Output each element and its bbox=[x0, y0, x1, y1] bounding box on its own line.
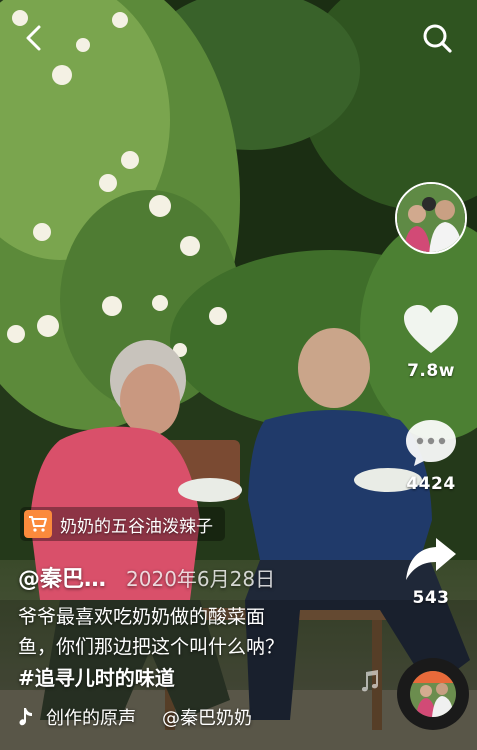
caption[interactable]: 爷爷最喜欢吃奶奶做的酸菜面 鱼，你们那边把这个叫什么呐？ bbox=[18, 602, 348, 662]
heart-icon bbox=[404, 305, 458, 353]
caption-line-1: 爷爷最喜欢吃奶奶做的酸菜面 bbox=[18, 606, 266, 628]
comment-button[interactable]: 4424 bbox=[396, 418, 466, 494]
post-date: 2020年6月28日 bbox=[126, 567, 276, 591]
back-button[interactable] bbox=[14, 18, 54, 58]
like-count: 7.8w bbox=[407, 361, 455, 381]
comment-bubble-icon bbox=[406, 420, 456, 466]
search-button[interactable] bbox=[417, 18, 457, 58]
cart-glyph bbox=[29, 516, 47, 532]
music-note-icon bbox=[361, 670, 378, 692]
product-label: 奶奶的五谷油泼辣子 bbox=[60, 516, 213, 537]
share-button[interactable]: 543 bbox=[396, 536, 466, 608]
author-name[interactable]: @秦巴… bbox=[18, 561, 106, 593]
shopping-cart-icon bbox=[24, 510, 52, 538]
search-icon bbox=[423, 24, 452, 53]
music-creator: @秦巴奶奶 bbox=[162, 708, 252, 729]
share-arrow-icon bbox=[406, 538, 456, 580]
author-line: @秦巴… 2020年6月28日 bbox=[18, 561, 275, 593]
music-original-label: 创作的原声 bbox=[46, 708, 136, 729]
author-avatar[interactable] bbox=[395, 182, 467, 254]
comment-count: 4424 bbox=[406, 474, 456, 494]
music-info[interactable]: 创作的原声 @秦巴奶奶 bbox=[18, 704, 298, 730]
tiktok-note-icon bbox=[19, 708, 32, 726]
caption-line-2: 鱼，你们那边把这个叫什么呐？ bbox=[18, 636, 285, 658]
share-count: 543 bbox=[412, 588, 450, 608]
chevron-left-icon bbox=[26, 25, 41, 51]
product-link[interactable]: 奶奶的五谷油泼辣子 bbox=[20, 507, 225, 541]
disc-cover-image bbox=[410, 671, 456, 717]
music-disc-cover bbox=[410, 671, 456, 717]
hashtag-link[interactable]: #追寻儿时的味道 bbox=[18, 662, 175, 691]
music-disc-button[interactable] bbox=[397, 658, 469, 730]
like-button[interactable]: 7.8w bbox=[396, 303, 466, 381]
